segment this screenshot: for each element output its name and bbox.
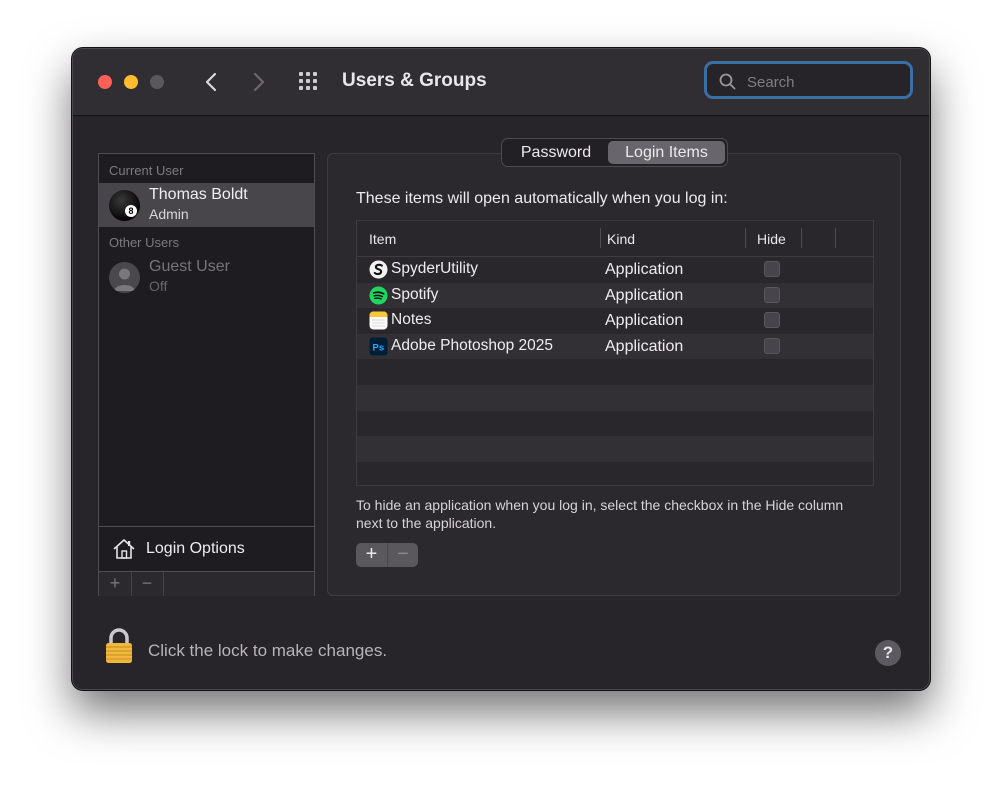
users-groups-window: Users & Groups Current User 8 Thomas Bol… xyxy=(72,48,930,690)
item-name: Adobe Photoshop 2025 xyxy=(391,336,554,354)
other-users-heading: Other Users xyxy=(109,235,180,250)
table-row[interactable]: Ps Adobe Photoshop 2025 Application xyxy=(357,333,873,360)
hide-checkbox[interactable] xyxy=(764,286,780,303)
remove-login-item-button[interactable]: − xyxy=(387,543,418,567)
user-row-guest-user[interactable]: Guest User Off xyxy=(99,255,314,299)
help-button[interactable]: ? xyxy=(875,640,901,666)
column-divider[interactable] xyxy=(801,228,802,248)
add-login-item-button[interactable]: + xyxy=(356,543,387,567)
user-row-thomas-boldt[interactable]: 8 Thomas Boldt Admin xyxy=(99,183,314,227)
add-remove-control: + − xyxy=(356,543,418,567)
empty-row xyxy=(357,385,873,411)
notes-icon xyxy=(369,311,388,330)
user-name: Thomas Boldt xyxy=(149,186,248,203)
search-input[interactable] xyxy=(745,70,909,94)
column-header-item[interactable]: Item xyxy=(369,231,396,247)
item-name: Spotify xyxy=(391,285,439,303)
spyder-icon xyxy=(369,260,388,279)
empty-row xyxy=(357,436,873,462)
table-row[interactable]: Spotify Application xyxy=(357,282,873,309)
login-options-label: Login Options xyxy=(146,540,245,557)
login-options-button[interactable]: Login Options xyxy=(99,526,314,572)
avatar: 8 xyxy=(109,190,140,221)
user-role: Off xyxy=(149,278,168,294)
column-header-kind[interactable]: Kind xyxy=(607,231,635,247)
table-row[interactable]: Notes Application xyxy=(357,308,873,334)
chevron-left-icon xyxy=(205,72,217,92)
person-icon xyxy=(114,268,135,291)
window-title: Users & Groups xyxy=(342,70,487,91)
table-row[interactable]: SpyderUtility Application xyxy=(357,257,873,283)
item-kind: Application xyxy=(605,312,684,330)
user-name: Guest User xyxy=(149,258,230,275)
empty-row xyxy=(357,359,873,385)
house-icon xyxy=(113,539,135,559)
sidebar-toolbar: + − xyxy=(99,571,314,596)
zoom-window-button[interactable] xyxy=(150,75,164,89)
item-name: SpyderUtility xyxy=(391,260,478,277)
eight-ball-icon: 8 xyxy=(125,205,137,217)
remove-user-button[interactable]: − xyxy=(131,572,164,596)
table-header: Item Kind Hide xyxy=(357,221,873,257)
users-sidebar: Current User 8 Thomas Boldt Admin Other … xyxy=(98,153,315,596)
column-divider[interactable] xyxy=(600,228,601,248)
item-kind: Application xyxy=(605,286,684,304)
back-button[interactable] xyxy=(198,69,224,95)
add-user-button[interactable]: + xyxy=(99,572,132,596)
show-all-button[interactable] xyxy=(298,71,322,93)
photoshop-badge-text: Ps xyxy=(373,342,385,353)
column-header-hide[interactable]: Hide xyxy=(757,231,786,247)
avatar xyxy=(109,262,140,293)
user-role: Admin xyxy=(149,206,189,222)
tab-password[interactable]: Password xyxy=(506,141,606,164)
hide-checkbox[interactable] xyxy=(764,312,780,329)
empty-row xyxy=(357,462,873,485)
spotify-icon xyxy=(369,286,388,305)
item-kind: Application xyxy=(605,261,684,278)
hide-checkbox[interactable] xyxy=(764,261,780,277)
column-divider[interactable] xyxy=(745,228,746,248)
tab-bar: Password Login Items xyxy=(501,138,728,167)
item-kind: Application xyxy=(605,337,684,355)
hide-checkbox[interactable] xyxy=(764,337,780,354)
search-icon xyxy=(719,73,736,90)
forward-button[interactable] xyxy=(246,69,272,95)
login-items-table[interactable]: Item Kind Hide SpyderUtility Application xyxy=(356,220,874,486)
column-divider[interactable] xyxy=(835,228,836,248)
photoshop-icon: Ps xyxy=(369,337,388,356)
empty-row xyxy=(357,411,873,437)
minimize-window-button[interactable] xyxy=(124,75,138,89)
search-field[interactable] xyxy=(704,61,913,99)
title-bar: Users & Groups xyxy=(73,49,929,116)
chevron-right-icon xyxy=(253,72,265,92)
close-window-button[interactable] xyxy=(98,75,112,89)
tab-login-items[interactable]: Login Items xyxy=(608,141,725,164)
lock-icon[interactable] xyxy=(104,627,134,665)
login-items-hint: To hide an application when you log in, … xyxy=(356,497,844,531)
item-name: Notes xyxy=(391,311,432,329)
login-items-intro: These items will open automatically when… xyxy=(356,190,728,207)
login-items-panel: These items will open automatically when… xyxy=(327,153,901,596)
current-user-heading: Current User xyxy=(109,163,184,178)
lock-message: Click the lock to make changes. xyxy=(148,641,388,660)
